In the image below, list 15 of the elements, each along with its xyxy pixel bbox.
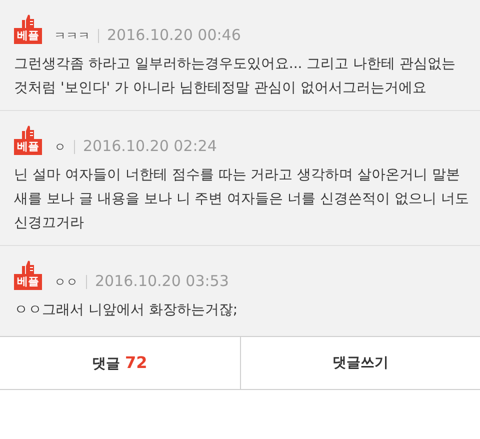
best-badge: 베플 xyxy=(14,139,42,155)
thumbs-up-icon xyxy=(21,125,35,139)
best-badge: 베플 xyxy=(14,274,42,290)
comment-text: 닌 설마 여자들이 너한테 점수를 따는 거라고 생각하며 살아온거니 말본새를 보나 글 내용을 보나 니 주변 여자들은 너를 신경쓴적이 없으니 너도 신경끄거라 xyxy=(14,166,470,233)
comment-text: ㅇㅇ그래서 니앞에서 화장하는거잖; xyxy=(14,301,239,320)
best-badge: 베플 xyxy=(14,28,42,44)
author-name: ㅇ xyxy=(53,139,66,155)
author-name: ㅇㅇ xyxy=(53,274,78,290)
timestamp: 2016.10.20 00:46 xyxy=(107,27,241,44)
thumbs-up-icon xyxy=(21,14,35,28)
comment-text: 그런생각좀 하라고 일부러하는경우도있어요... 그리고 나한테 관심없는 것처럼 '보인다' 가 아니라 님한테정말 관심이 없어서그러는거에요 xyxy=(14,55,457,98)
thumbs-up-icon xyxy=(21,260,35,274)
author-name: ㅋㅋㅋ xyxy=(53,28,90,44)
timestamp: 2016.10.20 02:24 xyxy=(83,138,217,155)
timestamp: 2016.10.20 03:53 xyxy=(95,273,229,290)
